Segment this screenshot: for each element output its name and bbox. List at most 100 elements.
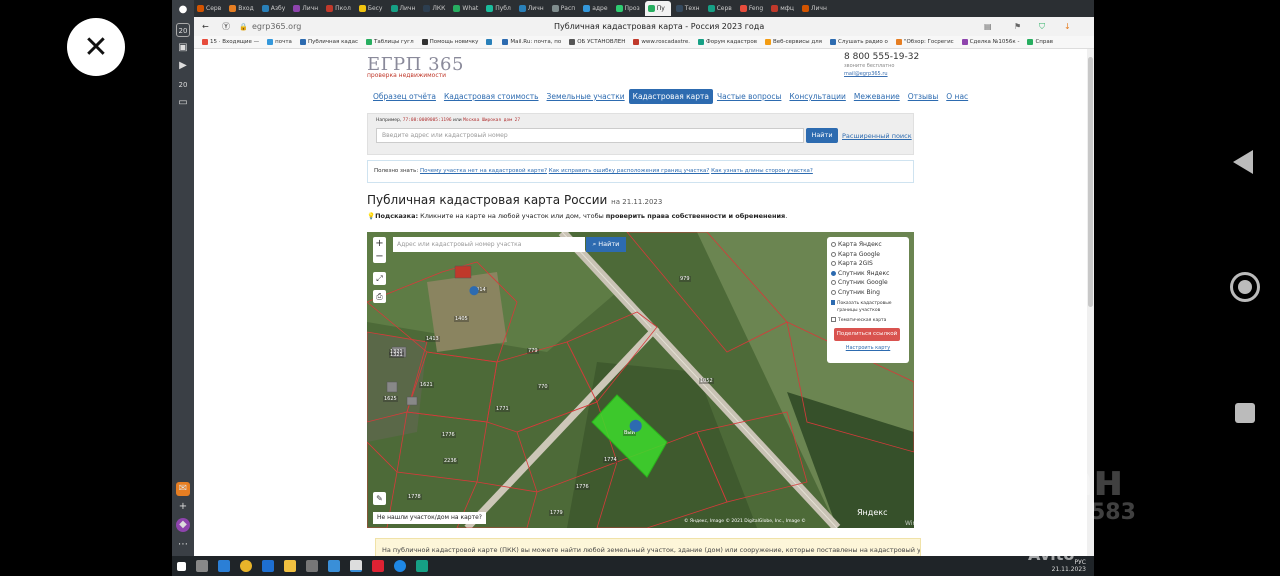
nav-item[interactable]: О нас [942,89,972,104]
thematic-option[interactable]: Тематическая карта [831,317,905,324]
more-icon[interactable]: ⋯ [176,538,190,552]
bookmark-item[interactable]: Mail.Ru: почта, по [502,39,561,45]
zoom-out-button[interactable]: − [373,250,386,263]
bookmark-item[interactable]: Публичная кадас [299,39,358,45]
parcel-label[interactable]: 979 [679,276,691,282]
bookmark-item[interactable]: Таблицы гугл [365,39,414,45]
map-search-input[interactable]: Адрес или кадастровый номер участка [393,237,585,252]
yandex-home-icon[interactable]: Ⓨ [222,21,230,32]
parcel-label[interactable]: 770 [537,384,549,390]
screen-icon[interactable]: ▭ [176,96,190,110]
nav-item[interactable]: Кадастровая стоимость [440,89,543,104]
parcel-label[interactable]: 1778 [407,494,422,500]
yandex-browser-icon[interactable] [350,560,362,572]
nav-item[interactable]: Кадастровая карта [628,89,713,104]
browser-tab[interactable]: Серв [705,1,735,16]
browser-tab[interactable]: Расп [549,1,579,16]
mail-app-icon[interactable] [328,560,340,572]
parcel-label[interactable]: 1405 [454,316,469,322]
bookmark-icon[interactable]: ⚑ [1014,22,1021,31]
map-settings-link[interactable]: Настроить карту [831,345,905,351]
browser-tab[interactable]: Техн [673,1,703,16]
ruler-icon[interactable]: ✎ [373,492,386,505]
phone-number[interactable]: 8 800 555-19-32 [844,52,919,62]
map-layer-option[interactable]: Спутник Яндекс [831,269,905,279]
android-back-icon[interactable] [1233,150,1253,174]
nav-item[interactable]: Земельные участки [543,89,629,104]
close-icon[interactable]: ✕ [67,18,125,76]
tabs-icon[interactable]: 20 [176,23,190,37]
map-layer-option[interactable]: Карта Google [831,250,905,260]
protect-icon[interactable]: ⛉ [1039,22,1045,32]
not-found-link[interactable]: Не нашли участок/дом на карте? [373,512,486,524]
useful-link[interactable]: Почему участка нет на кадастровой карте? [420,168,547,174]
browser-tab[interactable]: Личн [516,1,547,16]
folder-icon[interactable] [284,560,296,572]
email-link[interactable]: mail@egrp365.ru [844,71,888,77]
alice-icon[interactable]: ◆ [176,518,190,532]
map-layer-option[interactable]: Карта 2GIS [831,259,905,269]
task-view-icon[interactable] [196,560,208,572]
browser-tab[interactable]: Проз [613,1,643,16]
parcel-label[interactable]: 1413 [425,336,440,342]
android-home-icon[interactable] [1230,272,1260,302]
browser-tab[interactable]: Азбу [259,1,289,16]
zoom-in-button[interactable]: + [373,237,386,250]
parcel-label[interactable]: 1776 [441,432,456,438]
nav-item[interactable]: Консультации [785,89,849,104]
fullscreen-icon[interactable]: ⤢ [373,272,386,285]
back-icon[interactable]: ← [202,22,209,31]
bookmark-item[interactable]: почта [267,39,292,45]
map-layer-option[interactable]: Спутник Google [831,278,905,288]
parcel-label[interactable]: 1621 [419,382,434,388]
browser-tab[interactable]: Бесу [356,1,386,16]
bookmark-item[interactable]: Форум кадастров [698,39,757,45]
word-icon[interactable] [218,560,230,572]
edge-icon[interactable] [394,560,406,572]
search-input[interactable]: Введите адрес или кадастровый номер [376,128,804,143]
bookmark-item[interactable]: ОБ УСТАНОВЛЕН [569,39,625,45]
app-icon[interactable] [306,560,318,572]
bookmark-item[interactable]: 15 · Входящие — [202,39,259,45]
show-borders-option[interactable]: Показать кадастровые границы участков [831,300,905,314]
mail-icon[interactable]: ✉ [176,482,190,496]
nav-item[interactable]: Образец отчёта [369,89,440,104]
profile-icon[interactable]: ● [176,3,190,17]
bookmark-item[interactable]: "Обзор: Госрегис [895,39,954,45]
browser-tab[interactable]: Личн [290,1,321,16]
browser-tab[interactable]: Серв [194,1,224,16]
map-search-button[interactable]: ⌕ Найти [586,237,626,252]
url-field[interactable]: egrp365.org [252,22,301,31]
nav-item[interactable]: Межевание [850,89,904,104]
parcel-label[interactable]: 1052 [699,378,714,384]
browser-tab[interactable]: Личн [799,1,830,16]
browser-tab[interactable]: ЛКК [420,1,448,16]
bookmark-item[interactable]: Слушать радио о [829,39,888,45]
android-recents-icon[interactable] [1235,403,1255,423]
cadastral-map[interactable]: 1414 1405 1413 1321 1321 1621 1625 1776 1771 2236… [367,232,914,528]
browser-tab[interactable]: Пу [644,1,671,16]
house-marker-icon[interactable]: ⬤ [469,286,479,296]
bookmark-item[interactable]: Веб-сервисы для [764,39,822,45]
nav-item[interactable]: Отзывы [904,89,943,104]
parcel-label[interactable]: 1625 [383,396,398,402]
chrome-icon[interactable] [240,560,252,572]
windows-start-icon[interactable] [177,561,186,571]
browser-tab[interactable]: What [450,1,481,16]
browser-tab[interactable]: Личн [388,1,419,16]
bookmark-item[interactable]: Сделка №1056к - [961,39,1019,45]
parcel-label[interactable]: 1779 [549,510,564,516]
advanced-search-link[interactable]: Расширенный поиск [842,132,912,140]
useful-link[interactable]: Как узнать длины сторон участка? [711,168,813,174]
browser-tab[interactable]: Feng [737,1,766,16]
browser-tab[interactable]: Публ [483,1,514,16]
browser-tab[interactable]: Пкол [323,1,354,16]
parcel-label[interactable]: 1771 [495,406,510,412]
browser-tab[interactable]: Вход [226,1,257,16]
parcel-label[interactable]: 1321 [389,352,404,358]
browser-tab[interactable]: мфц [768,1,797,16]
map-layer-option[interactable]: Спутник Bing [831,288,905,298]
useful-link[interactable]: Как исправить ошибку расположения границ… [549,168,710,174]
map-layer-option[interactable]: Карта Яндекс [831,240,905,250]
bookmark-item[interactable]: www.roscadastre. [633,39,690,45]
